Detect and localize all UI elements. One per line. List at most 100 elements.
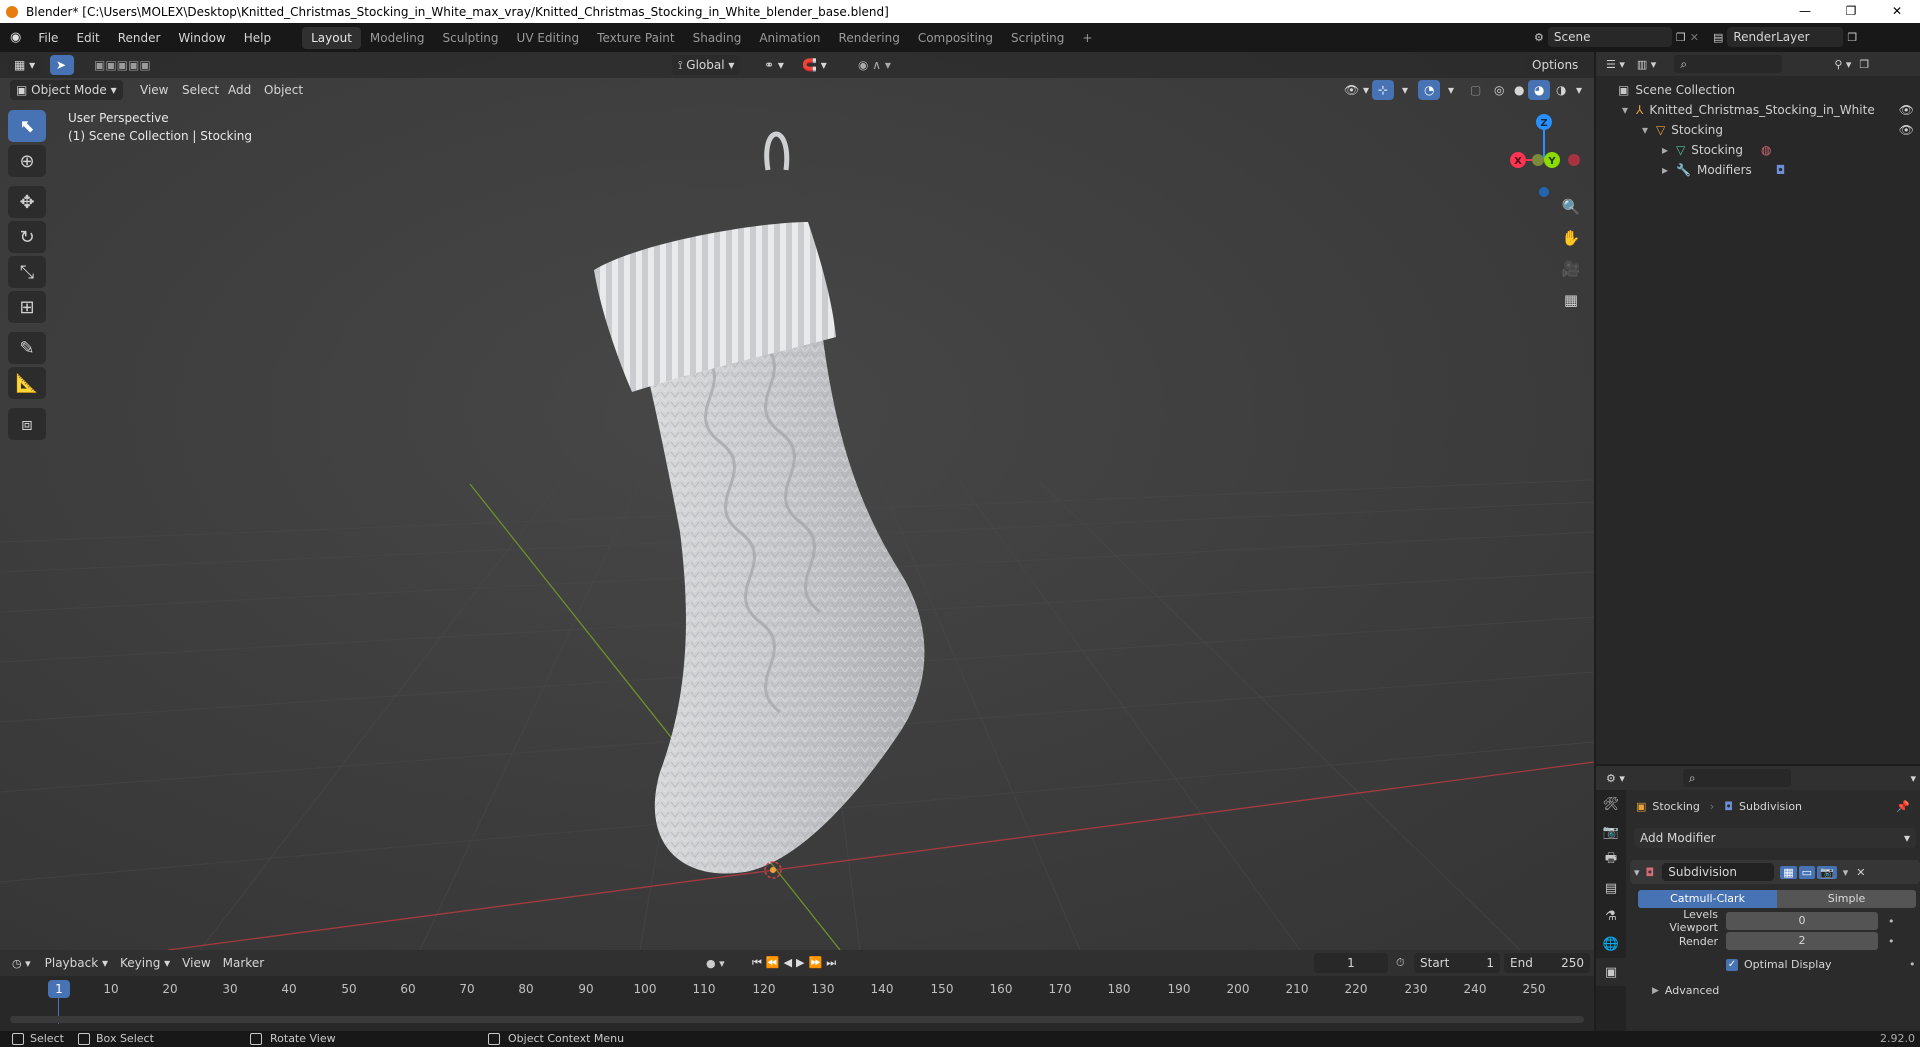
renderlayer-selector[interactable]: RenderLayer [1727, 27, 1844, 47]
add-modifier-dropdown[interactable]: Add Modifier ▾ [1634, 828, 1916, 848]
overlay-dropdown-icon[interactable]: ▾ [1442, 80, 1460, 100]
optimal-display-checkbox[interactable]: ✓ [1726, 958, 1738, 971]
editor-type-icon[interactable]: ▦ ▾ [8, 55, 42, 75]
properties-options-icon[interactable]: ▾ [1910, 772, 1916, 785]
shading-dropdown-icon[interactable]: ▾ [1570, 80, 1588, 100]
material-shading-icon[interactable]: ◕ [1528, 80, 1551, 100]
modifier-dropdown-icon[interactable]: ▾ [1843, 866, 1849, 879]
keyframe-dot-icon[interactable]: • [1888, 935, 1895, 948]
tab-compositing[interactable]: Compositing [909, 27, 1002, 49]
tab-scripting[interactable]: Scripting [1002, 27, 1073, 49]
menu-file[interactable]: File [29, 27, 67, 49]
outliner-item-stocking-object[interactable]: ▾ ▽ Stocking 👁 [1596, 120, 1920, 140]
tab-animation[interactable]: Animation [750, 27, 829, 49]
menu-object[interactable]: Object [258, 80, 309, 100]
menu-playback[interactable]: Playback ▾ [39, 953, 114, 973]
menu-help[interactable]: Help [235, 27, 280, 49]
properties-editor-icon[interactable]: ⚙ ▾ [1606, 772, 1625, 785]
keyframe-dot-icon[interactable]: • [1888, 915, 1895, 928]
restore-button[interactable]: ❐ [1828, 0, 1874, 23]
perspective-grid-icon[interactable]: ▦ [1558, 287, 1584, 313]
stopwatch-icon[interactable]: ⏱ [1396, 956, 1405, 970]
rotate-tool[interactable]: ↻ [8, 221, 46, 253]
modifier-name-field[interactable]: Subdivision [1662, 863, 1775, 881]
viewport-toggle-icon[interactable]: ▭ [1798, 865, 1816, 879]
minimize-button[interactable]: — [1782, 0, 1828, 23]
simple-button[interactable]: Simple [1777, 890, 1916, 908]
visibility-eye-icon[interactable]: 👁 [1899, 123, 1914, 137]
tab-layout[interactable]: Layout [302, 26, 361, 49]
outliner-search-input[interactable]: ⌕ [1674, 55, 1783, 73]
add-workspace-button[interactable]: + [1073, 27, 1101, 49]
levels-viewport-field[interactable]: 0 [1726, 912, 1878, 930]
move-tool[interactable]: ✥ [8, 186, 46, 218]
expand-arrow-icon[interactable]: ▾ [1622, 103, 1628, 117]
outliner-item-stocking-mesh[interactable]: ▸ ▽ Stocking ◍ [1596, 140, 1920, 160]
options-dropdown[interactable]: Options ▾ [1526, 55, 1594, 92]
cursor-tool[interactable]: ⊕ [8, 145, 46, 177]
world-tab-icon[interactable]: 🌐 [1596, 930, 1626, 958]
menu-marker[interactable]: Marker [217, 953, 270, 973]
collapse-arrow-icon[interactable]: ▾ [1634, 866, 1640, 879]
proportional-edit-icon[interactable]: ◉ ∧ ▾ [852, 55, 897, 75]
timeline-ruler[interactable]: 1 10 20 30 40 50 60 70 80 90 100 110 120… [0, 976, 1594, 1031]
blender-menu-icon[interactable]: ◉ [10, 30, 21, 45]
menu-select[interactable]: Select [176, 80, 225, 100]
tab-texture-paint[interactable]: Texture Paint [588, 27, 683, 49]
expand-arrow-icon[interactable]: ▾ [1642, 123, 1648, 137]
render-levels-field[interactable]: 2 [1726, 932, 1878, 950]
outliner-item-empty[interactable]: ▾ ⅄ Knitted_Christmas_Stocking_in_White … [1596, 100, 1920, 120]
display-mode-icon[interactable]: ▥ ▾ [1637, 58, 1656, 71]
view-layer-tab-icon[interactable]: ▤ [1596, 874, 1626, 902]
add-cube-tool[interactable]: ⧈ [8, 408, 46, 440]
remove-modifier-icon[interactable]: ✕ [1856, 866, 1865, 879]
object-tab-icon[interactable]: ▣ [1596, 958, 1626, 986]
start-frame-field[interactable]: Start 1 [1414, 953, 1500, 973]
annotate-tool[interactable]: ✎ [8, 332, 46, 364]
render-tab-icon[interactable]: 📷 [1596, 818, 1626, 846]
menu-render[interactable]: Render [109, 27, 170, 49]
tab-modeling[interactable]: Modeling [361, 27, 434, 49]
collapse-arrow-icon[interactable]: ▸ [1662, 143, 1668, 157]
scale-tool[interactable]: ⤡ [8, 256, 46, 288]
new-renderlayer-icon[interactable]: ❐ [1847, 31, 1857, 44]
gizmo-dropdown-icon[interactable]: ▾ [1396, 80, 1414, 100]
collapse-arrow-icon[interactable]: ▸ [1662, 163, 1668, 177]
menu-keying[interactable]: Keying ▾ [114, 953, 176, 973]
new-collection-icon[interactable]: ❐ [1859, 58, 1869, 71]
new-scene-icon[interactable]: ❐ [1676, 31, 1686, 44]
select-mode-icon[interactable]: ➤ [50, 55, 74, 75]
advanced-subpanel[interactable]: ▶ Advanced [1652, 984, 1719, 997]
close-button[interactable]: ✕ [1874, 0, 1920, 23]
filter-icon[interactable]: ⚲ ▾ [1834, 58, 1851, 71]
timeline-editor-icon[interactable]: ◷ ▾ [12, 957, 31, 970]
render-toggle-icon[interactable]: 📷 [1817, 865, 1837, 879]
gizmo-toggle-icon[interactable]: ⊹ [1372, 80, 1395, 100]
end-frame-field[interactable]: End 250 [1504, 953, 1590, 973]
snap-icon[interactable]: 🧲 ▾ [796, 55, 833, 75]
outliner-editor-icon[interactable]: ☰ ▾ [1606, 58, 1625, 71]
navigation-gizmo[interactable]: Z X Y [1500, 110, 1580, 200]
edit-mode-toggle-icon[interactable]: ▦ [1780, 865, 1797, 879]
output-tab-icon[interactable]: 🖶 [1596, 846, 1626, 874]
renderlayer-icon[interactable]: ▤ [1713, 31, 1723, 44]
zoom-icon[interactable]: 🔍 [1558, 194, 1584, 220]
pan-hand-icon[interactable]: ✋ [1558, 225, 1584, 251]
tab-rendering[interactable]: Rendering [830, 27, 909, 49]
record-icon[interactable]: ● ▾ [706, 957, 725, 970]
pin-icon[interactable]: 📌 [1896, 800, 1910, 813]
pivot-icon[interactable]: ⚭ ▾ [758, 55, 790, 75]
menu-edit[interactable]: Edit [67, 27, 108, 49]
playback-controls[interactable]: ⏮⏪◀▶⏩⏭ [752, 956, 840, 970]
select-box-tool[interactable]: ⬉ [8, 110, 46, 142]
transform-tool[interactable]: ⊞ [8, 291, 46, 323]
tab-sculpting[interactable]: Sculpting [434, 27, 508, 49]
outliner-item-scene-collection[interactable]: ▣ Scene Collection [1596, 80, 1920, 100]
overlay-toggle-icon[interactable]: ◔ [1418, 80, 1441, 100]
outliner-item-modifiers[interactable]: ▸ 🔧 Modifiers ◘ [1596, 160, 1920, 180]
selection-modes-icon[interactable]: ▣▣▣▣▣ [88, 55, 157, 75]
remove-scene-icon[interactable]: ✕ [1690, 31, 1699, 44]
current-frame-field[interactable]: 1 [1314, 953, 1388, 973]
timeline-scrollbar[interactable] [10, 1016, 1584, 1023]
visibility-icon[interactable]: 👁 ▾ [1338, 80, 1375, 100]
